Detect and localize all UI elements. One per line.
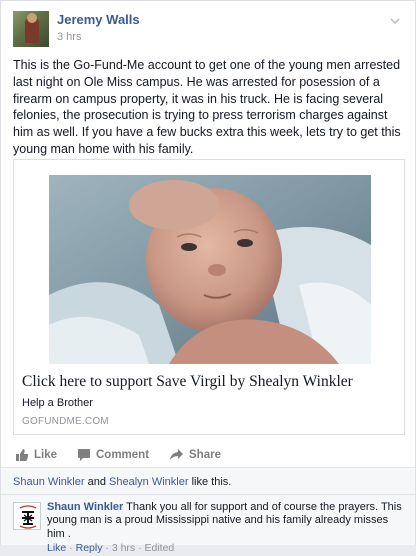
author-avatar[interactable] bbox=[13, 11, 49, 47]
link-card-domain: GOFUNDME.COM bbox=[22, 416, 109, 427]
meta-separator: · bbox=[66, 542, 76, 555]
comment-edited-link[interactable]: Edited bbox=[145, 542, 175, 554]
link-card-description: Help a Brother bbox=[22, 397, 93, 409]
chevron-down-icon[interactable] bbox=[389, 15, 401, 27]
share-arrow-icon bbox=[170, 449, 183, 460]
feedback-section: Shaun Winkler and Shealyn Winkler like t… bbox=[1, 467, 415, 554]
meta-separator: · bbox=[135, 542, 145, 555]
comment-like-link[interactable]: Like bbox=[47, 542, 66, 554]
link-card-title[interactable]: Click here to support Save Virgil by She… bbox=[22, 373, 398, 391]
commenter-avatar[interactable] bbox=[13, 502, 41, 530]
comment-icon bbox=[78, 449, 90, 461]
link-preview-image bbox=[49, 175, 371, 364]
author-name-link[interactable]: Jeremy Walls bbox=[57, 12, 140, 27]
like-button[interactable]: Like bbox=[15, 445, 57, 465]
thumbs-up-icon bbox=[16, 449, 29, 461]
likes-suffix: like this. bbox=[191, 476, 232, 488]
meta-separator: · bbox=[102, 542, 112, 555]
link-preview-card[interactable]: Click here to support Save Virgil by She… bbox=[13, 159, 405, 435]
likes-and: and bbox=[87, 476, 106, 488]
comment-timestamp[interactable]: 3 hrs bbox=[112, 542, 135, 554]
comment-meta: Like · Reply · 3 hrs · Edited bbox=[47, 542, 403, 555]
comment-button[interactable]: Comment bbox=[77, 445, 149, 465]
post-timestamp[interactable]: 3 hrs bbox=[57, 31, 81, 43]
share-button-label: Share bbox=[189, 449, 221, 461]
likes-summary: Shaun Winkler and Shealyn Winkler like t… bbox=[13, 476, 231, 488]
comment-button-label: Comment bbox=[96, 449, 150, 461]
liker-link[interactable]: Shealyn Winkler bbox=[109, 476, 188, 488]
comment-reply-link[interactable]: Reply bbox=[76, 542, 103, 554]
liker-link[interactable]: Shaun Winkler bbox=[13, 476, 85, 488]
comment-author-link[interactable]: Shaun Winkler bbox=[47, 501, 123, 513]
divider bbox=[1, 494, 415, 495]
like-button-label: Like bbox=[34, 449, 58, 461]
news-feed-post: Jeremy Walls 3 hrs This is the Go-Fund-M… bbox=[0, 0, 416, 554]
post-text: This is the Go-Fund-Me account to get on… bbox=[13, 58, 401, 156]
comment-body: Shaun Winkler Thank you all for support … bbox=[47, 501, 403, 556]
share-button[interactable]: Share bbox=[169, 445, 221, 465]
